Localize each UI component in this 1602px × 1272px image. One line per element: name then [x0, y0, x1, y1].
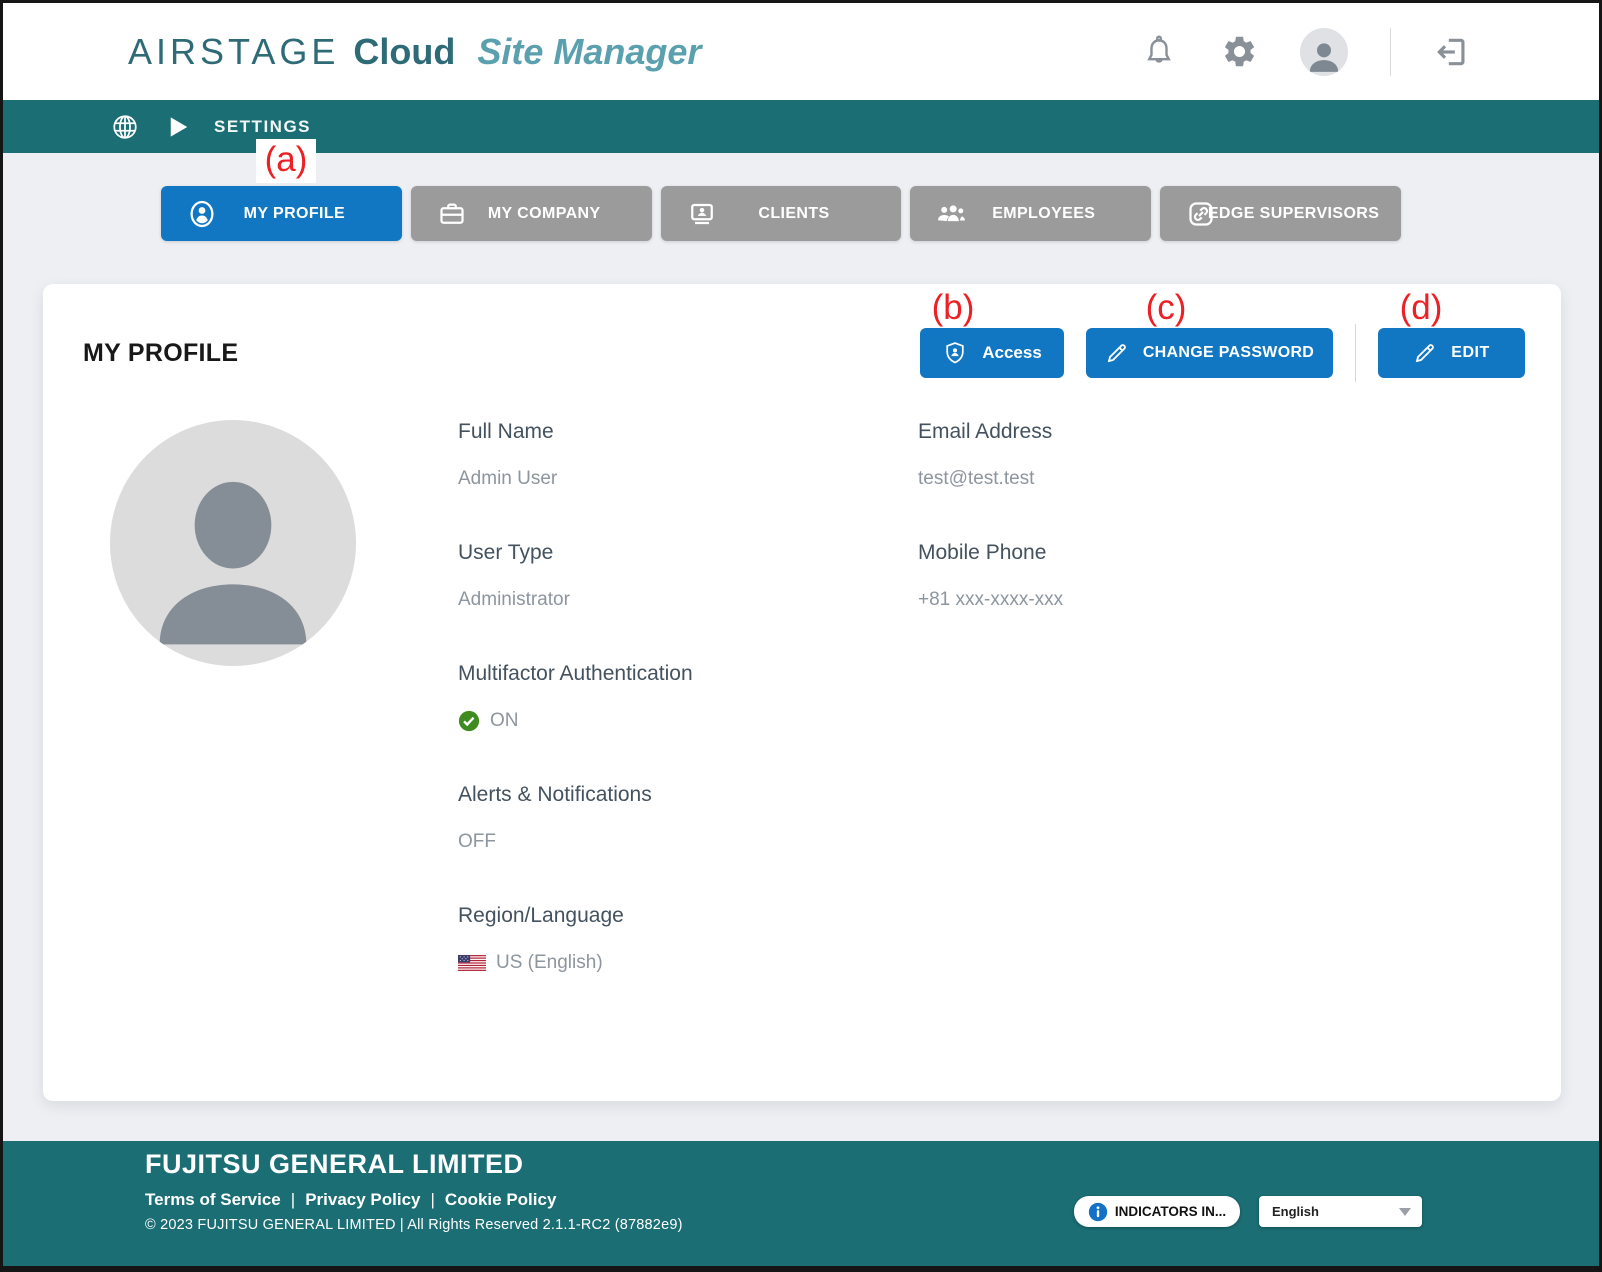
breadcrumb-bar: SETTINGS — [3, 100, 1599, 153]
terms-of-service-link[interactable]: Terms of Service — [145, 1190, 281, 1210]
tab-my-company[interactable]: MY COMPANY — [411, 186, 652, 241]
header-icon-group — [1140, 28, 1471, 76]
field-multifactor-authentication: Multifactor Authentication ON — [458, 662, 918, 732]
app-window: AIRSTAGE Cloud Site Manager — [0, 0, 1602, 1272]
field-email-address: Email Address test@test.test — [918, 420, 1525, 490]
pencil-icon — [1413, 341, 1437, 365]
breadcrumb-arrow-icon — [168, 108, 190, 146]
indicators-info-button[interactable]: INDICATORS IN... — [1074, 1196, 1240, 1227]
field-value: OFF — [458, 831, 918, 853]
shield-person-icon — [942, 340, 968, 366]
link-square-icon — [1186, 199, 1216, 229]
profile-body: Full Name Admin User User Type Administr… — [83, 420, 1525, 1025]
chevron-down-icon — [1388, 1208, 1422, 1216]
annotation-c: (c) — [1136, 287, 1196, 329]
globe-icon[interactable] — [106, 108, 144, 146]
check-circle-icon — [458, 710, 480, 732]
access-button[interactable]: Access — [920, 328, 1064, 378]
profile-fields-right: Email Address test@test.test Mobile Phon… — [918, 420, 1525, 1025]
edit-button-label: EDIT — [1451, 344, 1489, 362]
logo-product: Cloud — [353, 31, 455, 73]
field-alerts-notifications: Alerts & Notifications OFF — [458, 783, 918, 853]
field-value: ON — [490, 710, 519, 732]
header-divider — [1390, 28, 1391, 76]
field-user-type: User Type Administrator — [458, 541, 918, 611]
gear-icon[interactable] — [1220, 33, 1258, 71]
annotation-d: (d) — [1391, 287, 1451, 329]
card-actions: Access CHANGE PASSWORD — [920, 324, 1525, 382]
us-flag-icon — [458, 955, 486, 971]
field-label: Full Name — [458, 420, 918, 444]
language-select[interactable]: English — [1259, 1196, 1422, 1227]
tab-employees[interactable]: EMPLOYEES — [910, 186, 1151, 241]
annotation-b: (b) — [923, 287, 983, 329]
info-icon — [1088, 1202, 1108, 1222]
logo-brand: AIRSTAGE — [128, 31, 339, 73]
button-group-divider — [1355, 324, 1356, 382]
field-region-language: Region/Language — [458, 904, 918, 974]
field-label: Email Address — [918, 420, 1525, 444]
settings-tab-bar: MY PROFILE MY COMPANY CLIEN — [161, 186, 1401, 241]
cookie-policy-link[interactable]: Cookie Policy — [445, 1190, 556, 1210]
logout-icon[interactable] — [1433, 33, 1471, 71]
edit-button[interactable]: EDIT — [1378, 328, 1525, 378]
field-value: +81 xxx-xxxx-xxx — [918, 589, 1525, 611]
field-label: Multifactor Authentication — [458, 662, 918, 686]
field-label: Region/Language — [458, 904, 918, 928]
app-footer: FUJITSU GENERAL LIMITED Terms of Service… — [3, 1141, 1599, 1266]
card-header: MY PROFILE Access — [83, 328, 1525, 378]
tab-my-profile[interactable]: MY PROFILE — [161, 186, 402, 241]
privacy-policy-link[interactable]: Privacy Policy — [305, 1190, 420, 1210]
pencil-icon — [1105, 341, 1129, 365]
people-group-icon — [936, 199, 966, 229]
footer-link-separator: | — [431, 1190, 435, 1210]
airstage-logo: AIRSTAGE Cloud Site Manager — [128, 31, 701, 73]
user-avatar[interactable] — [1300, 28, 1348, 76]
field-label: Alerts & Notifications — [458, 783, 918, 807]
breadcrumb: SETTINGS — [214, 117, 311, 137]
id-badge-icon — [687, 199, 717, 229]
field-label: User Type — [458, 541, 918, 565]
person-circle-icon — [187, 199, 217, 229]
indicators-button-label: INDICATORS IN... — [1115, 1204, 1226, 1219]
page-title: MY PROFILE — [83, 339, 238, 368]
access-button-label: Access — [982, 343, 1042, 363]
footer-company-name: FUJITSU GENERAL LIMITED — [145, 1149, 1599, 1180]
briefcase-icon — [437, 199, 467, 229]
my-profile-card: MY PROFILE Access — [43, 284, 1561, 1101]
profile-fields-left: Full Name Admin User User Type Administr… — [458, 420, 918, 1025]
field-mobile-phone: Mobile Phone +81 xxx-xxxx-xxx — [918, 541, 1525, 611]
logo-tagline: Site Manager — [477, 31, 701, 73]
field-full-name: Full Name Admin User — [458, 420, 918, 490]
tab-clients[interactable]: CLIENTS — [661, 186, 902, 241]
tab-edge-supervisors[interactable]: EDGE SUPERVISORS — [1160, 186, 1401, 241]
field-value: US (English) — [496, 952, 603, 974]
language-selected-value: English — [1259, 1204, 1388, 1219]
app-header: AIRSTAGE Cloud Site Manager — [3, 3, 1599, 100]
footer-link-separator: | — [291, 1190, 295, 1210]
field-value: Administrator — [458, 589, 918, 611]
annotation-a: (a) — [256, 139, 316, 183]
bell-icon[interactable] — [1140, 33, 1178, 71]
change-password-button[interactable]: CHANGE PASSWORD — [1086, 328, 1333, 378]
profile-avatar-wrap — [83, 420, 458, 1025]
profile-avatar — [110, 420, 356, 666]
field-value: Admin User — [458, 468, 918, 490]
change-password-button-label: CHANGE PASSWORD — [1143, 344, 1314, 362]
field-value: test@test.test — [918, 468, 1525, 490]
field-label: Mobile Phone — [918, 541, 1525, 565]
